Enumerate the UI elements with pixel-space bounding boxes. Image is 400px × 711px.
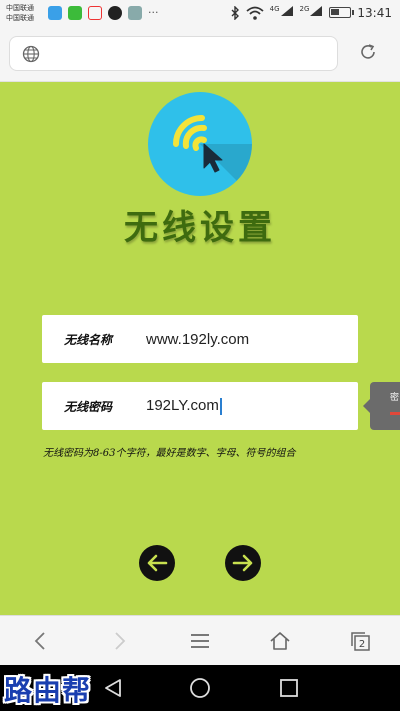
ssid-row: 无线名称 www.192ly.com: [42, 315, 358, 363]
carrier-1: 中国联通: [6, 4, 34, 12]
home-icon: [270, 632, 290, 650]
password-row: 无线密码 192LY.com: [42, 382, 358, 430]
more-notifications-icon: ···: [148, 6, 159, 19]
chevron-right-icon: [115, 632, 126, 650]
reload-icon[interactable]: [358, 42, 378, 62]
ssid-input[interactable]: www.192ly.com: [142, 331, 342, 348]
home-button[interactable]: [267, 628, 293, 654]
input-tooltip: 密: [363, 382, 400, 430]
signal-bars-icon: [280, 6, 293, 16]
battery-icon: [329, 7, 355, 18]
page-title: 无线设置: [124, 208, 276, 248]
triangle-back-icon: [105, 679, 121, 697]
browser-back-button[interactable]: [27, 628, 53, 654]
globe-icon: [22, 45, 40, 63]
url-field[interactable]: [9, 36, 338, 71]
arrow-left-icon: [147, 554, 168, 572]
browser-toolbar: 2: [0, 615, 400, 665]
tooltip-text: 密: [390, 393, 400, 403]
system-home-button[interactable]: [187, 675, 213, 701]
square-recents-icon: [280, 679, 298, 697]
hamburger-icon: [191, 634, 209, 648]
browser-forward-button[interactable]: [107, 628, 133, 654]
weibo-icon: [88, 6, 102, 20]
system-back-button[interactable]: [100, 675, 126, 701]
clock: 13:41: [357, 5, 392, 20]
status-bar: 中国联通 中国联通 ··· 4G 2G 13:41: [0, 0, 400, 28]
menu-button[interactable]: [187, 628, 213, 654]
next-button[interactable]: [225, 545, 261, 581]
password-value: 192LY.com: [146, 397, 219, 415]
tab-count: 2: [359, 639, 365, 650]
back-button[interactable]: [139, 545, 175, 581]
browser-address-bar: [0, 28, 400, 82]
text-caret: [219, 397, 222, 415]
watermark-logo: 路由帮: [4, 674, 92, 707]
wifi-icon: [246, 6, 264, 20]
system-nav-bar: 路由帮: [0, 665, 400, 711]
ssid-label: 无线名称: [64, 332, 113, 347]
circle-home-icon: [190, 678, 210, 698]
notification-icons: ···: [48, 6, 159, 20]
chevron-left-icon: [34, 632, 45, 650]
bluetooth-icon: [231, 5, 239, 20]
gallery-icon: [128, 6, 142, 20]
password-hint: 无线密码为8-63个字符，最好是数字、字母、符号的组合: [43, 448, 296, 459]
signal-bars-icon-2: [310, 6, 323, 16]
image-app-icon: [48, 6, 62, 20]
wifi-cursor-icon: [173, 115, 252, 196]
signal-2: 2G: [300, 5, 324, 20]
wechat-icon: [68, 6, 82, 20]
tooltip-bar: [390, 412, 400, 415]
signal-1: 4G: [270, 5, 294, 20]
qq-icon: [108, 6, 122, 20]
wifi-logo: [148, 92, 252, 196]
tabs-icon: 2: [351, 632, 370, 651]
tabs-button[interactable]: 2: [347, 628, 373, 654]
password-label: 无线密码: [64, 399, 113, 414]
carrier-2: 中国联通: [6, 14, 34, 22]
status-right: 4G 2G 13:41: [230, 5, 392, 20]
password-input[interactable]: 192LY.com: [142, 397, 342, 415]
carrier-info: 中国联通 中国联通: [6, 3, 34, 23]
arrow-right-icon: [232, 554, 253, 572]
system-recents-button[interactable]: [276, 675, 302, 701]
